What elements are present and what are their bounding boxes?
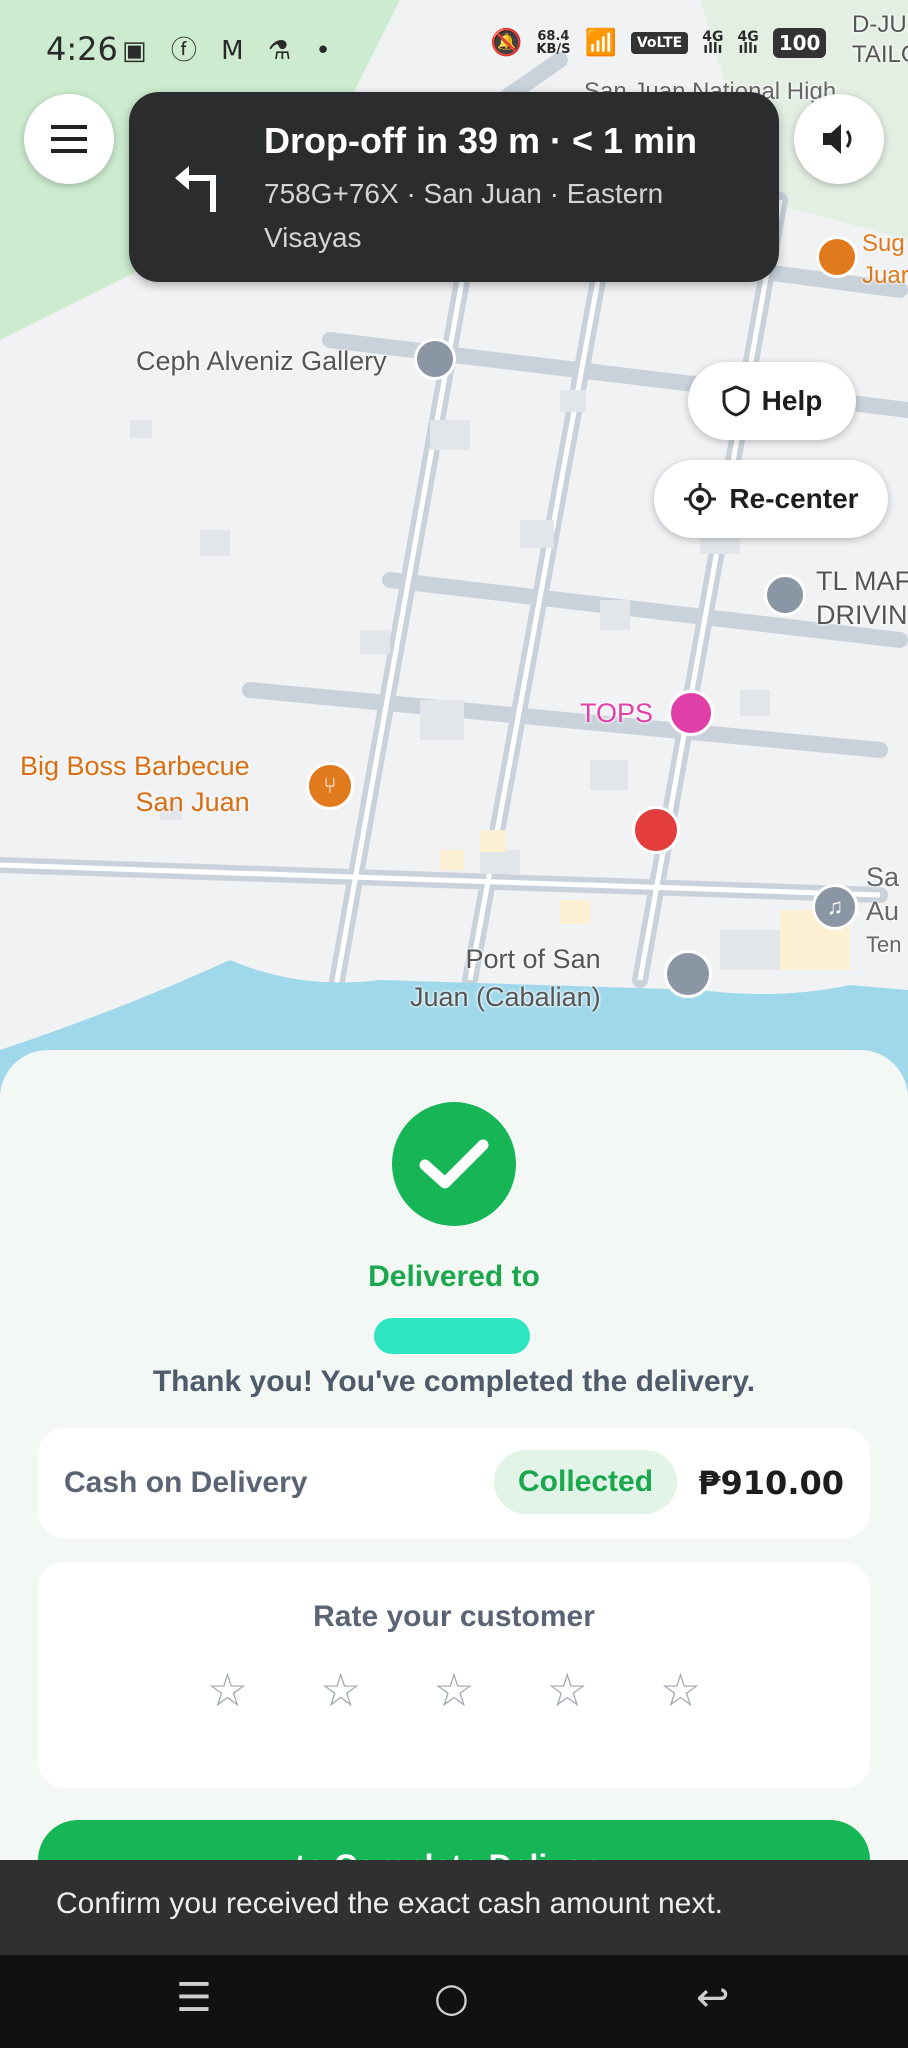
star-rating[interactable]: ☆ ☆ ☆ ☆ ☆ xyxy=(38,1667,870,1713)
delivered-label: Delivered to xyxy=(368,1260,540,1293)
recenter-button[interactable]: Re-center xyxy=(654,460,888,538)
rate-title: Rate your customer xyxy=(313,1600,595,1633)
toast-message: Confirm you received the exact cash amou… xyxy=(56,1887,724,1920)
map-label-dju: D-JUTAILC xyxy=(852,11,908,68)
help-label: Help xyxy=(761,385,823,416)
battery-indicator: 100 xyxy=(772,28,827,58)
menu-button[interactable] xyxy=(24,94,114,184)
volte-badge: VoLTE xyxy=(630,32,689,54)
system-nav-bar: ☰ ○ ↩ xyxy=(0,1955,908,2048)
payment-card: Cash on Delivery Collected ₱910.00 xyxy=(38,1428,870,1538)
restaurant-pin-icon: ⑂ xyxy=(306,762,354,810)
map-label-port: Port of San Juan (Cabalian) xyxy=(410,944,601,1012)
hotel-pin-icon xyxy=(668,690,714,736)
home-icon[interactable]: ○ xyxy=(434,1975,469,2021)
dropoff-address: 758G+76X · San Juan · Eastern Visayas xyxy=(264,178,664,253)
star-2-icon[interactable]: ☆ xyxy=(320,1667,361,1713)
status-time: 4:26 xyxy=(46,30,118,68)
star-5-icon[interactable]: ☆ xyxy=(660,1667,701,1713)
star-1-icon[interactable]: ☆ xyxy=(207,1667,248,1713)
toast: Confirm you received the exact cash amou… xyxy=(0,1860,908,1955)
map-label-tl: TL MAF DRIVIN xyxy=(816,566,908,630)
signal-sim2: 4G ıllı xyxy=(737,29,759,57)
recents-icon[interactable]: ☰ xyxy=(176,1975,212,2021)
navigation-card[interactable]: Drop-off in 39 m · < 1 min 758G+76X · Sa… xyxy=(129,92,779,282)
crosshair-icon xyxy=(684,483,717,515)
hamburger-icon xyxy=(51,125,87,153)
turn-left-icon xyxy=(175,166,216,212)
map-label-sa: Sa Au Ten xyxy=(866,862,902,957)
wifi-icon: 📶 xyxy=(584,28,617,58)
map-label-gallery: Ceph Alveniz Gallery xyxy=(136,346,387,376)
help-button[interactable]: Help xyxy=(688,362,856,440)
tl-pin-icon xyxy=(764,574,806,616)
status-right-cluster: 🔕 68.4 KB/S 📶 VoLTE 4G ıllı 4G ıllı 100 xyxy=(490,28,827,58)
dropoff-eta: Drop-off in 39 m · < 1 min xyxy=(264,120,698,161)
map-label-tops: TOPS xyxy=(580,698,654,728)
shield-icon xyxy=(722,385,750,417)
map-label-bbq: Big Boss Barbecue San Juan xyxy=(20,751,250,817)
gallery-pin-icon xyxy=(414,338,456,380)
speaker-icon xyxy=(823,124,852,154)
destination-pin-icon xyxy=(632,806,680,854)
mute-icon: 🔕 xyxy=(490,28,523,58)
rating-card: Rate your customer ☆ ☆ ☆ ☆ ☆ xyxy=(38,1562,870,1788)
sound-button[interactable] xyxy=(794,94,884,184)
success-check-icon xyxy=(392,1102,516,1226)
net-speed: 68.4 KB/S xyxy=(536,29,571,57)
collected-badge: Collected xyxy=(494,1450,678,1514)
map-label-sug: Sug Juar xyxy=(862,230,908,289)
signal-sim1: 4G ıllı xyxy=(702,29,724,57)
music-pin-icon: ♫ xyxy=(812,884,858,930)
payment-method: Cash on Delivery xyxy=(64,1466,308,1499)
star-4-icon[interactable]: ☆ xyxy=(547,1667,588,1713)
status-bar: 4:26 ▣ ⓕ M ⚗ • 🔕 68.4 KB/S 📶 VoLTE 4G ıll… xyxy=(0,0,908,90)
port-pin-icon xyxy=(664,950,712,998)
redacted-customer-name xyxy=(374,1318,530,1354)
back-icon[interactable]: ↩ xyxy=(696,1975,730,2021)
thank-you-message: Thank you! You've completed the delivery… xyxy=(152,1365,756,1398)
star-3-icon[interactable]: ☆ xyxy=(433,1667,474,1713)
amount-value: ₱910.00 xyxy=(698,1464,844,1502)
food-pin-icon xyxy=(816,236,858,278)
notification-icons: ▣ ⓕ M ⚗ • xyxy=(122,36,339,66)
recenter-label: Re-center xyxy=(729,483,859,514)
